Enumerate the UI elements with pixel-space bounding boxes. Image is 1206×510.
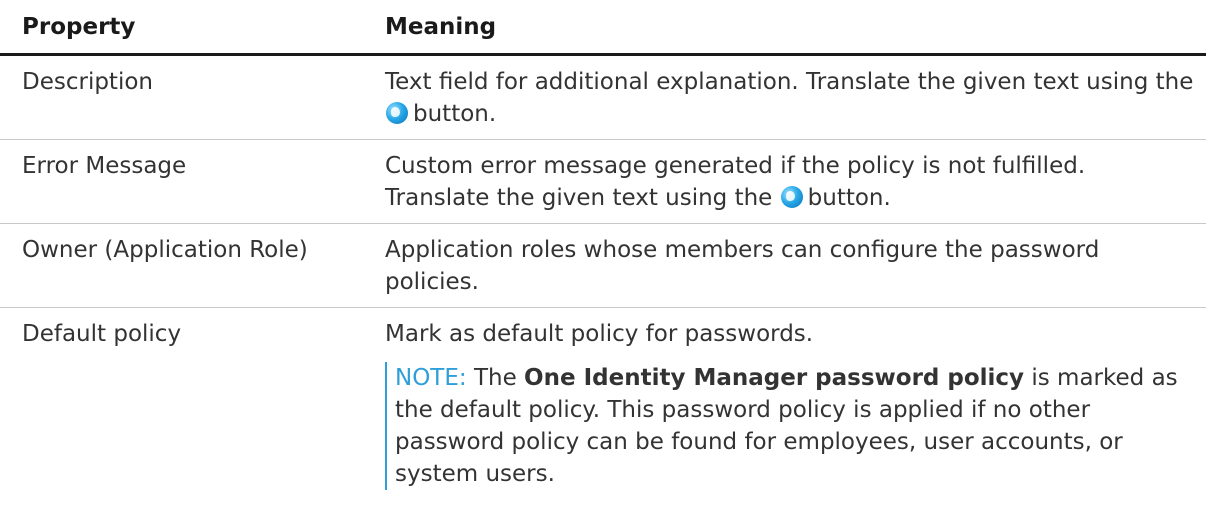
table-row: Description Text field for additional ex… (0, 54, 1206, 140)
property-table: Property Meaning Description Text field … (0, 0, 1206, 499)
table-header-row: Property Meaning (0, 0, 1206, 56)
column-header-property: Property (0, 0, 385, 56)
meaning-cell: Custom error message generated if the po… (385, 139, 1206, 224)
property-cell: Description (0, 54, 385, 140)
note-strong-text: One Identity Manager password policy (524, 365, 1025, 391)
meaning-text: Custom error message generated if the po… (385, 153, 1086, 211)
note-text-before: The (473, 365, 517, 391)
globe-icon (386, 102, 408, 124)
property-cell: Default policy (22, 321, 182, 347)
note-label: NOTE: (395, 365, 467, 391)
table-row: Default policy Mark as default policy fo… (0, 308, 1206, 500)
meaning-text-after: button. (413, 101, 497, 127)
note-block: NOTE: The One Identity Manager password … (385, 362, 1196, 490)
meaning-text: Mark as default policy for passwords. (385, 321, 814, 347)
meaning-cell: Application roles whose members can conf… (385, 223, 1206, 308)
property-cell: Error Message (0, 139, 385, 224)
property-cell: Owner (Application Role) (0, 223, 385, 308)
table-row: Error Message Custom error message gener… (0, 139, 1206, 224)
meaning-text-after: button. (807, 185, 891, 211)
meaning-cell: Text field for additional explanation. T… (385, 54, 1206, 140)
meaning-cell: Mark as default policy for passwords. NO… (385, 308, 1206, 500)
table-row: Owner (Application Role) Application rol… (0, 223, 1206, 308)
column-header-meaning: Meaning (385, 0, 1206, 56)
globe-icon (780, 186, 803, 208)
meaning-text: Text field for additional explanation. T… (385, 69, 1194, 95)
